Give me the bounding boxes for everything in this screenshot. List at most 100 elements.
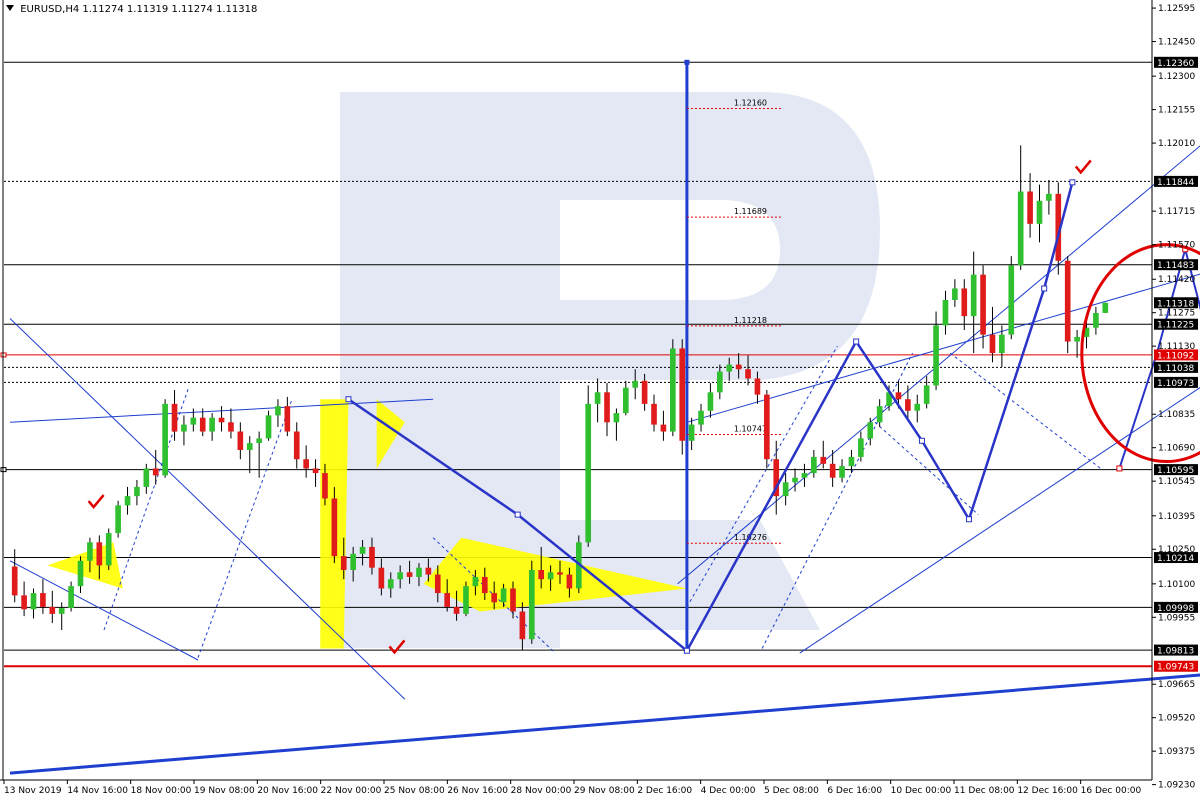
bull-candle xyxy=(585,403,592,543)
bear-candle xyxy=(96,542,103,566)
wave-node xyxy=(683,647,690,654)
bear-candle xyxy=(961,288,968,317)
bear-candle xyxy=(40,593,46,607)
bear-candle xyxy=(369,546,375,568)
bull-candle xyxy=(1017,191,1024,266)
time-tick-label: 26 Nov 16:00 xyxy=(447,786,508,796)
bull-candle xyxy=(416,567,422,577)
bull-candle xyxy=(839,466,845,478)
price-level-label: 1.10214 xyxy=(1157,554,1194,564)
check-mark-icon xyxy=(1074,159,1092,175)
time-tick-label: 16 Dec 00:00 xyxy=(1081,786,1142,796)
bull-candle xyxy=(143,468,150,487)
price-tick-label: 1.12010 xyxy=(1158,139,1195,149)
bull-candle xyxy=(717,371,723,393)
bull-candle xyxy=(30,593,37,610)
bull-candle xyxy=(914,403,921,411)
price-tick-label: 1.10690 xyxy=(1158,444,1195,454)
bull-candle xyxy=(858,438,864,457)
bull-candle xyxy=(1074,336,1080,342)
bear-candle xyxy=(284,406,291,432)
dropdown-triangle-icon[interactable] xyxy=(6,5,14,11)
time-tick-label: 12 Dec 16:00 xyxy=(1017,786,1078,796)
bull-candle xyxy=(698,410,704,425)
bull-candle xyxy=(613,413,620,423)
bear-candle xyxy=(199,417,206,432)
price-tick-label: 1.10395 xyxy=(1158,512,1195,522)
ohlc-values: 1.11274 1.11319 1.11274 1.11318 xyxy=(82,4,258,15)
wave-node xyxy=(514,511,521,518)
price-level-label: 1.09998 xyxy=(1157,604,1194,614)
bear-candle xyxy=(895,392,902,400)
bull-candle xyxy=(397,572,403,580)
time-tick-label: 2 Dec 16:00 xyxy=(637,786,692,796)
price-tick-label: 1.10835 xyxy=(1158,410,1195,420)
bull-candle xyxy=(77,560,84,587)
symbol-label: EURUSD,H4 xyxy=(20,4,80,15)
price-tick-label: 1.12300 xyxy=(1158,72,1195,82)
wave-node xyxy=(1069,179,1076,186)
price-level-label: 1.11225 xyxy=(1157,321,1194,331)
bull-candle xyxy=(622,387,629,414)
bull-candle xyxy=(688,424,695,441)
bull-candle xyxy=(632,380,639,388)
bull-candle xyxy=(275,406,281,416)
time-tick-label: 6 Dec 16:00 xyxy=(827,786,882,796)
forecast-dashed-line xyxy=(949,352,1101,469)
bull-candle xyxy=(1093,312,1099,328)
bull-candle xyxy=(463,586,469,614)
bull-candle xyxy=(115,505,121,534)
price-level-label: 1.09813 xyxy=(1157,647,1194,657)
trend-line xyxy=(9,673,1200,775)
wave-node xyxy=(1116,465,1123,472)
bear-candle xyxy=(378,567,385,589)
bear-candle xyxy=(152,468,159,476)
time-tick-label: 13 Nov 2019 xyxy=(4,786,62,796)
bear-candle xyxy=(293,431,300,460)
bear-candle xyxy=(557,572,563,575)
bear-candle xyxy=(754,378,761,395)
bear-candle xyxy=(21,595,27,610)
bear-candle xyxy=(11,566,18,596)
time-tick-label: 10 Dec 00:00 xyxy=(891,786,952,796)
price-level-label: 1.11844 xyxy=(1157,178,1194,188)
bull-candle xyxy=(876,406,883,423)
price-tick-label: 1.09520 xyxy=(1158,714,1195,724)
bull-candle xyxy=(350,553,356,570)
price-tick-label: 1.11715 xyxy=(1158,207,1195,217)
bear-candle xyxy=(453,606,460,614)
price-tick-label: 1.09375 xyxy=(1158,747,1195,757)
wave-node xyxy=(853,338,860,345)
price-level-label: 1.09743 xyxy=(1157,663,1194,673)
fib-level-label: 1.10747 xyxy=(734,425,767,434)
price-tick-label: 1.09230 xyxy=(1158,781,1195,791)
wave-node xyxy=(965,516,972,523)
bear-candle xyxy=(519,611,526,640)
fib-level-label: 1.11218 xyxy=(734,316,767,325)
wave-node xyxy=(918,437,925,444)
time-tick-label: 14 Nov 16:00 xyxy=(67,786,128,796)
price-level-label: 1.10595 xyxy=(1157,466,1194,476)
bull-candle xyxy=(867,422,874,439)
bear-candle xyxy=(228,422,234,432)
bear-candle xyxy=(604,392,610,423)
bull-candle xyxy=(707,392,714,411)
bear-candle xyxy=(434,574,441,594)
bear-candle xyxy=(820,456,827,464)
bear-candle xyxy=(566,574,573,589)
bear-candle xyxy=(303,459,309,469)
bull-candle xyxy=(134,486,140,497)
bull-candle xyxy=(58,608,65,614)
watermark-logo xyxy=(340,92,880,648)
bull-candle xyxy=(670,348,676,432)
bear-candle xyxy=(1064,260,1071,342)
bull-candle xyxy=(594,392,601,404)
time-axis: 13 Nov 2019 14 Nov 16:00 18 Nov 00:00 19 No… xyxy=(0,779,1152,796)
bear-candle xyxy=(980,274,986,335)
bear-candle xyxy=(735,364,742,370)
bull-candle xyxy=(1046,193,1052,201)
time-tick-label: 19 Nov 08:00 xyxy=(194,786,255,796)
time-tick-label: 5 Dec 08:00 xyxy=(764,786,819,796)
bear-candle xyxy=(312,468,319,474)
bull-candle xyxy=(472,576,479,587)
